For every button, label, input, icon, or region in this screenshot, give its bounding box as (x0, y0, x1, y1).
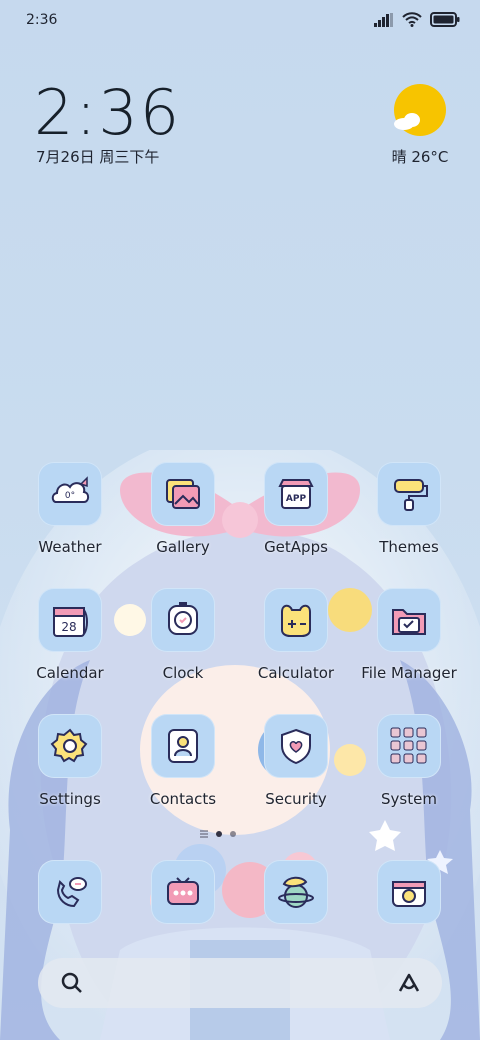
weather-widget[interactable]: 晴 26°C (380, 82, 450, 172)
dock-browser[interactable] (240, 860, 352, 924)
app-label: Security (265, 790, 327, 808)
menu-lines-icon (200, 830, 208, 838)
status-time: 2:36 (26, 12, 58, 28)
clock-icon (168, 602, 198, 635)
app-system-folder[interactable]: System (353, 714, 465, 808)
settings-tile[interactable] (38, 714, 102, 778)
app-label: File Manager (361, 664, 457, 682)
getapps-tile[interactable]: APP (264, 462, 328, 526)
app-settings[interactable]: Settings (14, 714, 126, 808)
app-label: Clock (162, 664, 204, 682)
battery-icon (430, 12, 460, 27)
clock-widget-date: 7月26日 周三下午 (36, 148, 160, 166)
app-file-manager[interactable]: File Manager (353, 588, 465, 682)
file-manager-icon (392, 609, 426, 635)
calendar-tile[interactable]: 28 (38, 588, 102, 652)
dock-phone[interactable] (14, 860, 126, 924)
clock-widget-time[interactable]: 2:36 (34, 76, 181, 149)
app-contacts[interactable]: Contacts (127, 714, 239, 808)
app-label: Calendar (36, 664, 104, 682)
gallery-tile[interactable] (151, 462, 215, 526)
app-calculator[interactable]: Calculator (240, 588, 352, 682)
app-weather[interactable]: 0° Weather (14, 462, 126, 556)
app-themes[interactable]: Themes (353, 462, 465, 556)
search-bar[interactable] (38, 958, 442, 1008)
security-icon (281, 728, 311, 765)
app-gallery[interactable]: Gallery (127, 462, 239, 556)
themes-tile[interactable] (377, 462, 441, 526)
app-getapps[interactable]: APP GetApps (240, 462, 352, 556)
calendar-icon: 28 (53, 607, 88, 637)
app-label: Calculator (257, 664, 335, 682)
security-tile[interactable] (264, 714, 328, 778)
calculator-icon (281, 604, 311, 637)
weather-tile[interactable]: 0° (38, 462, 102, 526)
system-folder-tile[interactable] (377, 714, 441, 778)
sunny-icon (394, 84, 446, 136)
app-label: GetApps (264, 538, 328, 556)
clock-tile[interactable] (151, 588, 215, 652)
contacts-icon (168, 729, 198, 763)
app-label: Contacts (149, 790, 217, 808)
wifi-icon (402, 12, 422, 27)
phone-icon (56, 877, 87, 908)
getapps-icon: APP (278, 479, 314, 509)
app-clock[interactable]: Clock (127, 588, 239, 682)
dock-messages[interactable] (127, 860, 239, 924)
gallery-icon (166, 479, 200, 509)
camera-icon (392, 881, 426, 907)
page-indicator[interactable] (200, 830, 236, 838)
app-security[interactable]: Security (240, 714, 352, 808)
getapps-badge: APP (286, 494, 307, 504)
weather-icon: 0° (51, 476, 90, 503)
messages-icon (167, 877, 199, 905)
system-folder-icon (390, 727, 427, 764)
calculator-tile[interactable] (264, 588, 328, 652)
settings-icon (50, 728, 88, 763)
app-label: Themes (379, 538, 439, 556)
page-dot-active (216, 831, 222, 837)
calendar-day: 28 (61, 620, 76, 634)
messages-tile[interactable] (151, 860, 215, 924)
app-calendar[interactable]: 28 Calendar (14, 588, 126, 682)
file-manager-tile[interactable] (377, 588, 441, 652)
app-label: Weather (38, 538, 102, 556)
browser-icon (278, 876, 314, 908)
weather-temp: 晴 26°C (391, 148, 449, 166)
search-icon (61, 972, 82, 993)
contacts-tile[interactable] (151, 714, 215, 778)
camera-tile[interactable] (377, 860, 441, 924)
weather-icon-text: 0° (65, 491, 75, 501)
phone-tile[interactable] (38, 860, 102, 924)
app-label: Settings (39, 790, 101, 808)
app-label: Gallery (156, 538, 210, 556)
themes-icon (394, 479, 428, 511)
dock-camera[interactable] (353, 860, 465, 924)
assistant-icon[interactable] (396, 971, 422, 995)
app-label: System (381, 790, 437, 808)
status-bar: 2:36 (0, 0, 480, 42)
signal-icon (374, 12, 393, 27)
page-dot (230, 831, 236, 837)
browser-tile[interactable] (264, 860, 328, 924)
